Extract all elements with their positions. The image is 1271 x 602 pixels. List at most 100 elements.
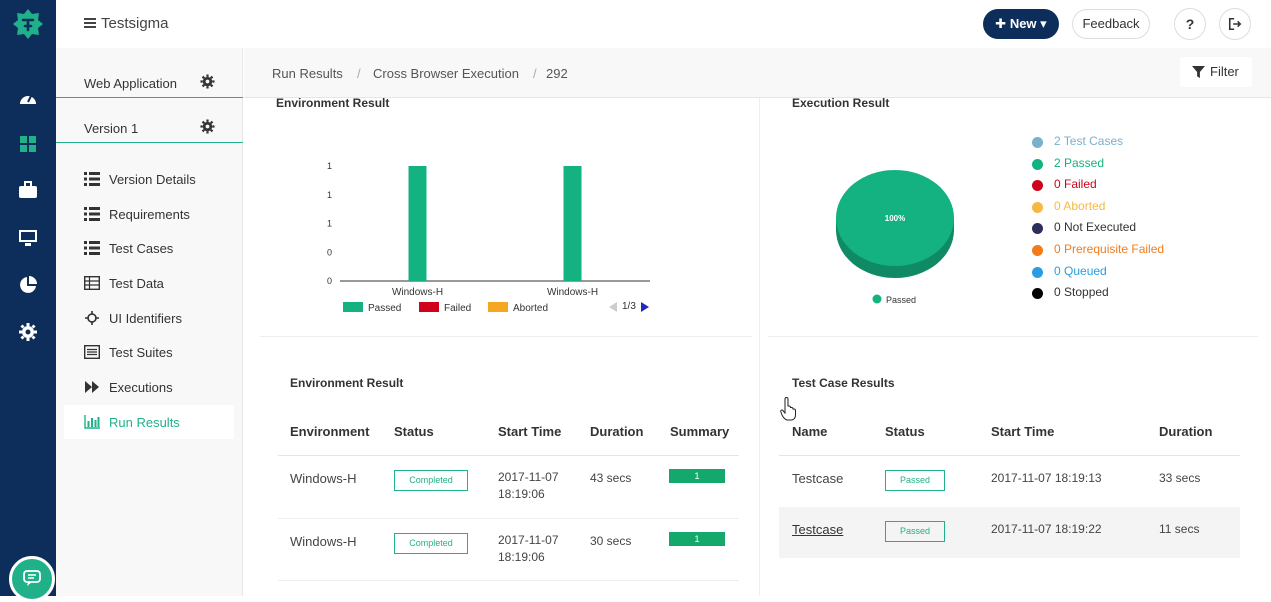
status-dot xyxy=(1032,223,1043,235)
row-duration: 43 secs xyxy=(590,471,632,485)
version-name: Version 1 xyxy=(84,121,139,136)
project-selector[interactable]: Web Application xyxy=(56,56,243,100)
chat-support-button[interactable] xyxy=(9,556,55,602)
row-duration: 30 secs xyxy=(590,534,632,548)
sidebar-item-version-details[interactable]: Version Details xyxy=(64,162,234,196)
legend-text: 0 Prerequisite Failed xyxy=(1054,242,1165,256)
legend-text: 2 Passed xyxy=(1054,155,1105,170)
suite-icon xyxy=(84,345,100,359)
table-header-divider xyxy=(779,455,1240,456)
panel-divider xyxy=(759,98,760,596)
icon-rail xyxy=(0,0,56,602)
execution-result-title: Execution Result xyxy=(792,96,890,110)
x-tick-label: Windows-H xyxy=(392,287,443,298)
col-summary: Summary xyxy=(670,424,730,439)
row-divider xyxy=(278,580,739,581)
projects-grid-icon[interactable] xyxy=(18,134,38,154)
new-button[interactable]: ✚ New ▾ xyxy=(983,9,1059,39)
chat-icon xyxy=(23,570,41,586)
table-header-divider xyxy=(278,455,739,456)
test-case-table-title: Test Case Results xyxy=(792,376,895,390)
dashboard-icon[interactable] xyxy=(18,89,38,109)
sidebar-item-run-results[interactable]: Run Results xyxy=(64,405,234,439)
y-tick-label: 0 xyxy=(327,276,332,286)
breadcrumb-execution[interactable]: Cross Browser Execution xyxy=(373,66,519,81)
monitor-icon[interactable] xyxy=(18,228,38,248)
chart-prev-page-icon[interactable] xyxy=(608,302,618,312)
row-start-time: 18:19:06 xyxy=(498,487,545,501)
caret-down-icon: ▾ xyxy=(1036,16,1047,31)
breadcrumb-separator: / xyxy=(533,66,537,81)
sidebar-item-test-data[interactable]: Test Data xyxy=(64,266,234,300)
feedback-button[interactable]: Feedback xyxy=(1072,9,1150,39)
legend-text: 2 Test Cases xyxy=(1054,134,1124,148)
status-dot xyxy=(1032,180,1043,192)
status-dot xyxy=(1032,266,1043,278)
legend-label[interactable]: Failed xyxy=(444,303,471,314)
chart-next-page-icon[interactable] xyxy=(640,302,650,312)
summary-bar[interactable]: 1 xyxy=(669,532,725,546)
y-tick-label: 0 xyxy=(327,247,332,257)
breadcrumb-run-results[interactable]: Run Results xyxy=(272,66,343,81)
help-button[interactable]: ? xyxy=(1174,8,1206,40)
settings-gear-icon[interactable] xyxy=(18,322,38,342)
test-case-name[interactable]: Testcase xyxy=(792,470,843,487)
environment-chart-title: Environment Result xyxy=(276,96,390,110)
legend-label[interactable]: Aborted xyxy=(513,303,548,314)
status-dot xyxy=(1032,158,1043,170)
fast-forward-icon xyxy=(85,381,99,393)
bar-passed[interactable] xyxy=(563,166,582,281)
bar-passed[interactable] xyxy=(408,166,427,281)
sidebar-item-requirements[interactable]: Requirements xyxy=(64,197,234,231)
sidebar-item-executions[interactable]: Executions xyxy=(64,370,234,404)
environment-table-title: Environment Result xyxy=(290,376,404,390)
status-dot xyxy=(1032,288,1043,300)
bar-chart-icon xyxy=(84,415,100,429)
col-status: Status xyxy=(885,424,925,439)
version-settings-gear-icon[interactable] xyxy=(200,119,215,134)
summary-bar[interactable]: 1 xyxy=(669,469,725,483)
row-start-time: 18:19:06 xyxy=(498,550,545,564)
logout-button[interactable] xyxy=(1219,8,1251,40)
list-icon xyxy=(84,172,100,186)
row-duration: 33 secs xyxy=(1159,471,1201,485)
sidebar-item-label: Executions xyxy=(109,380,173,395)
table-row-hovered[interactable]: Testcase Passed 2017-11-07 18:19:22 11 s… xyxy=(779,507,1240,558)
status-badge: Passed xyxy=(885,470,945,491)
filter-button[interactable]: Filter xyxy=(1180,57,1252,87)
project-settings-gear-icon[interactable] xyxy=(200,74,215,89)
legend-text: 0 Queued xyxy=(1054,263,1107,278)
col-duration: Duration xyxy=(590,424,644,439)
col-start-time: Start Time xyxy=(498,424,562,439)
testsigma-logo-icon[interactable] xyxy=(12,8,44,40)
breadcrumb-separator: / xyxy=(357,66,361,81)
divider xyxy=(56,142,243,143)
breadcrumb-run-id: 292 xyxy=(546,66,568,81)
status-dot xyxy=(1032,245,1043,256)
list-icon xyxy=(84,207,100,221)
sidebar-item-label: Test Cases xyxy=(109,241,174,256)
briefcase-icon[interactable] xyxy=(18,180,38,200)
legend-text: 0 Stopped xyxy=(1054,285,1109,300)
project-sidebar: Web Application Version 1 Version Detail… xyxy=(56,48,243,596)
legend-swatch xyxy=(343,302,363,312)
app-brand[interactable]: Testsigma xyxy=(84,15,169,32)
sidebar-item-label: Test Data xyxy=(109,276,164,291)
sidebar-item-test-suites[interactable]: Test Suites xyxy=(64,335,234,369)
hand-cursor-icon xyxy=(780,397,796,421)
top-bar: Testsigma ✚ New ▾ Feedback ? xyxy=(56,0,1271,48)
row-start-date: 2017-11-07 xyxy=(498,470,559,484)
reports-pie-icon[interactable] xyxy=(18,275,38,295)
crosshair-icon xyxy=(85,311,99,325)
sidebar-item-ui-identifiers[interactable]: UI Identifiers xyxy=(64,301,234,335)
legend-swatch xyxy=(488,302,508,312)
legend-label[interactable]: Passed xyxy=(368,303,401,314)
test-case-name-link[interactable]: Testcase xyxy=(792,521,843,538)
chart-pagination: 1/3 xyxy=(622,301,636,312)
row-environment: Windows-H xyxy=(290,534,357,549)
col-start-time: Start Time xyxy=(991,424,1055,439)
sidebar-item-label: Requirements xyxy=(109,207,190,222)
version-selector[interactable]: Version 1 xyxy=(56,101,243,145)
hamburger-menu-icon[interactable] xyxy=(84,18,96,28)
sidebar-item-test-cases[interactable]: Test Cases xyxy=(64,231,234,265)
